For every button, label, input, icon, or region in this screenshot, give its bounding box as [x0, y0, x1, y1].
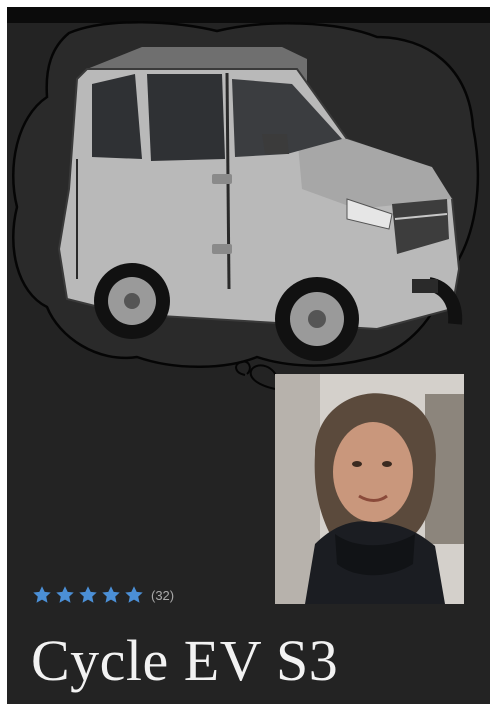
review-count[interactable]: (32) [151, 588, 174, 603]
star-icon [33, 586, 51, 603]
star-icon [79, 586, 97, 603]
star-icon [125, 586, 143, 603]
portrait-photo [275, 374, 464, 604]
product-title: Cycle EV S3 [31, 628, 339, 693]
star-icon [102, 586, 120, 603]
star-icon [56, 586, 74, 603]
product-card: (32) Cycle EV S3 [7, 7, 490, 704]
star-rating [31, 584, 145, 606]
car-image [57, 47, 463, 361]
rating: (32) [31, 585, 174, 605]
